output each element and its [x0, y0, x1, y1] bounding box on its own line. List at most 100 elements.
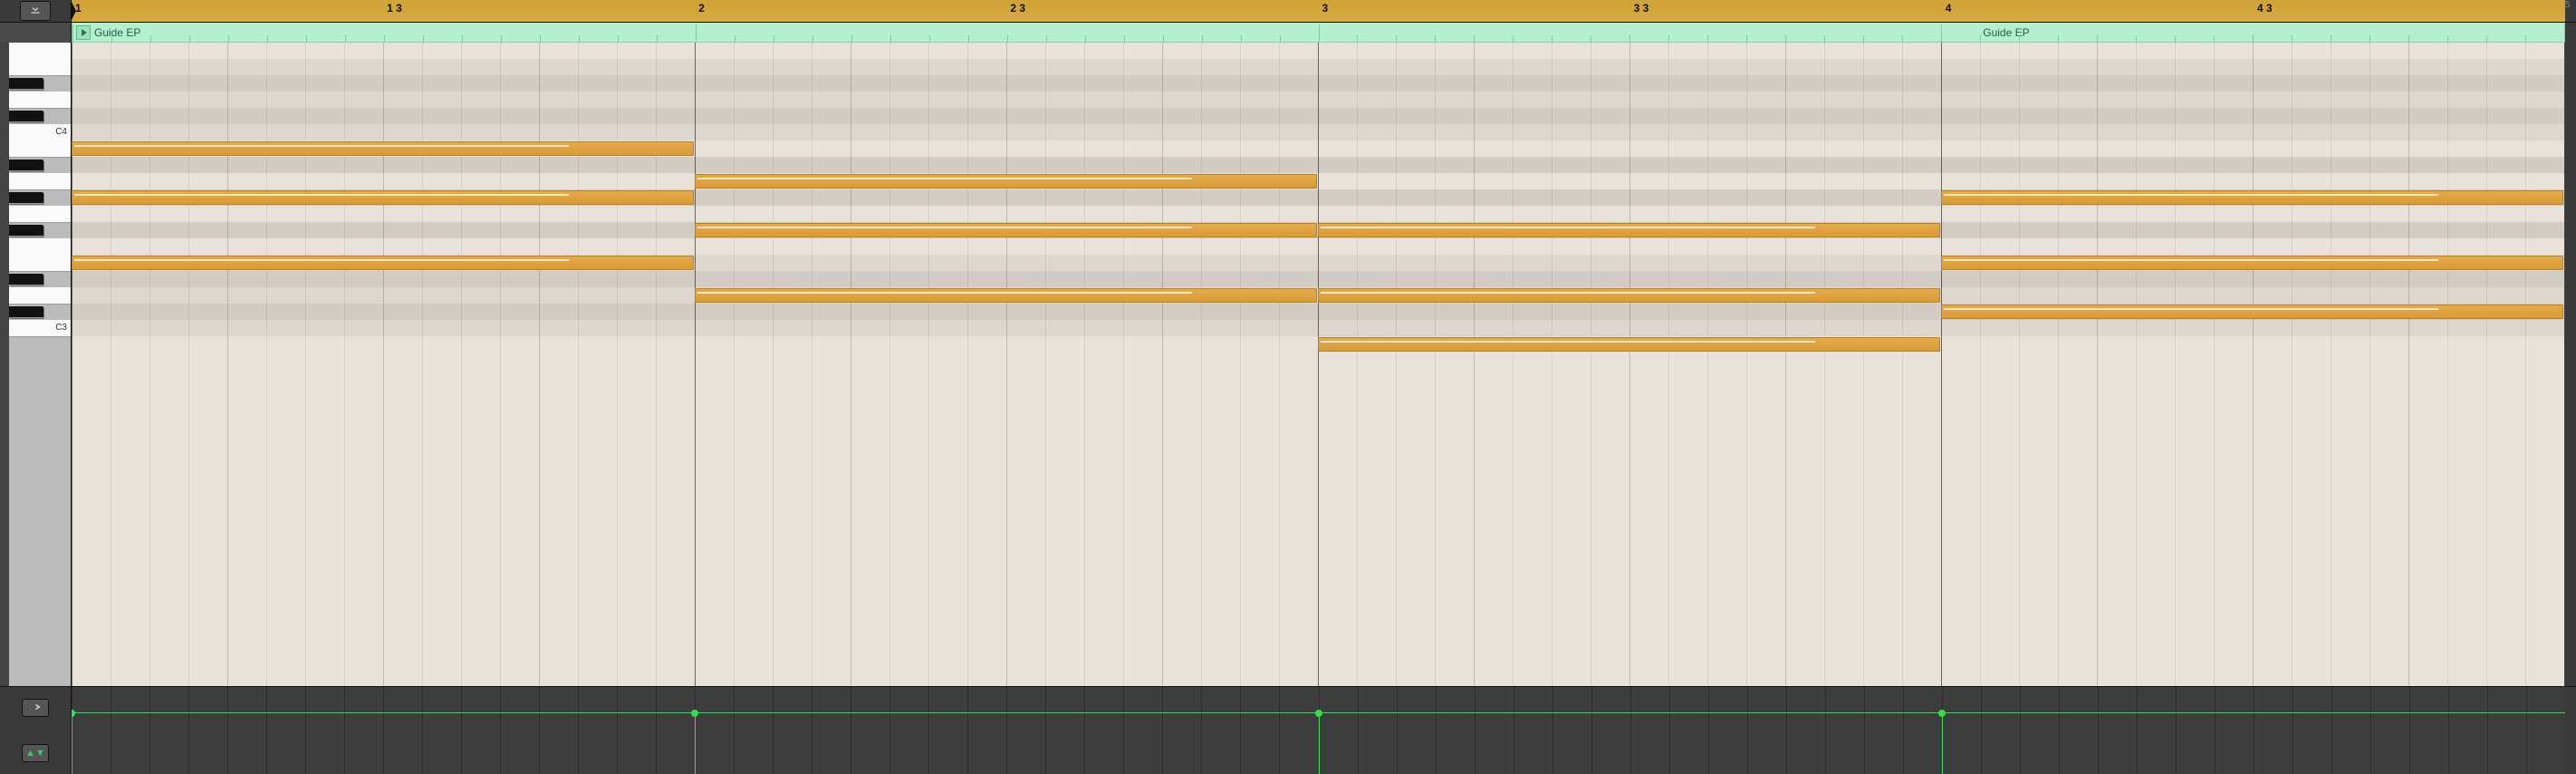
piano-white-key[interactable]: [9, 43, 71, 60]
velocity-lane-row: ▲▼: [0, 686, 2576, 774]
grid-end-spacer: [2565, 43, 2576, 686]
piano-white-key[interactable]: [9, 59, 71, 76]
lane-resize-button[interactable]: ▲▼: [22, 744, 49, 762]
midi-note[interactable]: [695, 288, 1317, 303]
midi-note[interactable]: [72, 190, 694, 205]
grid-line: [1513, 43, 1514, 686]
grid-line: [1318, 43, 1319, 686]
ruler-bar-label: 4: [1946, 2, 1952, 15]
clip-play-icon[interactable]: [76, 25, 91, 40]
grid-line: [461, 43, 462, 686]
velocity-node[interactable]: [1315, 710, 1322, 717]
ruler-bar-label: 1: [75, 2, 82, 15]
grid-line: [1357, 43, 1358, 686]
ruler-end-label: 5: [2565, 0, 2576, 22]
piano-white-key[interactable]: [9, 287, 71, 305]
automation-toggle-button[interactable]: [22, 699, 49, 717]
grid-line: [656, 43, 657, 686]
piano-white-key[interactable]: [9, 173, 71, 190]
piano-black-key[interactable]: [9, 78, 43, 90]
grid-line: [2253, 43, 2254, 686]
grid-line: [188, 43, 189, 686]
grid-line: [617, 43, 618, 686]
note-grid[interactable]: [72, 43, 2565, 686]
ruler-bar-label: 1 3: [387, 2, 402, 15]
piano-white-key[interactable]: [9, 92, 71, 109]
piano-black-key[interactable]: [9, 225, 43, 237]
grid-line: [2486, 43, 2487, 686]
grid-line: [2175, 43, 2176, 686]
grid-line: [1941, 43, 1942, 686]
grid-line: [1279, 43, 1280, 686]
velocity-stem[interactable]: [1319, 712, 1320, 774]
grid-line: [1707, 43, 1708, 686]
piano-white-key[interactable]: [9, 140, 71, 158]
velocity-node[interactable]: [72, 710, 75, 717]
grid-line: [1902, 43, 1903, 686]
piano-black-key[interactable]: [9, 192, 43, 204]
midi-note[interactable]: [1941, 305, 2563, 319]
midi-clip-header[interactable]: Guide EP Guide EP: [72, 23, 2565, 43]
grid-line: [1824, 43, 1825, 686]
clip-gutter: [0, 23, 72, 43]
piano-white-key[interactable]: [9, 238, 71, 256]
grid-line: [1396, 43, 1397, 686]
midi-note[interactable]: [695, 174, 1317, 189]
grid-line: [227, 43, 228, 686]
velocity-stem[interactable]: [1942, 712, 1943, 774]
grid-line: [1084, 43, 1085, 686]
vertical-scrollbar[interactable]: [0, 43, 9, 686]
midi-note[interactable]: [1941, 256, 2563, 270]
grid-line: [383, 43, 384, 686]
grid-line: [1123, 43, 1124, 686]
midi-note[interactable]: [1318, 337, 1940, 352]
midi-note[interactable]: [1318, 288, 1940, 303]
automation-arrow-icon: [29, 700, 42, 716]
grid-line: [889, 43, 890, 686]
grid-line: [1629, 43, 1630, 686]
clip-loop-label: Guide EP: [1983, 26, 2029, 39]
midi-note[interactable]: [1941, 190, 2563, 205]
grid-line: [1785, 43, 1786, 686]
velocity-stem[interactable]: [695, 712, 696, 774]
midi-note[interactable]: [1318, 223, 1940, 237]
piano-white-key[interactable]: C4: [9, 124, 71, 141]
velocity-lane[interactable]: [72, 687, 2565, 774]
grid-line: [1162, 43, 1163, 686]
midi-note[interactable]: [695, 223, 1317, 237]
grid-line: [1668, 43, 1669, 686]
grid-line: [1201, 43, 1202, 686]
piano-white-key[interactable]: [9, 206, 71, 223]
piano-white-key[interactable]: [9, 255, 71, 272]
timeline-ruler[interactable]: 11 322 333 344 3: [72, 0, 2565, 22]
ruler-bar-label: 3: [1322, 2, 1329, 15]
grid-line: [2447, 43, 2448, 686]
grid-line: [928, 43, 929, 686]
grid-line: [1746, 43, 1747, 686]
piano-black-key[interactable]: [9, 274, 43, 285]
piano-black-key[interactable]: [9, 160, 43, 171]
grid-line: [2136, 43, 2137, 686]
timeline-ruler-row: 11 322 333 344 3 5: [0, 0, 2576, 23]
grid-line: [967, 43, 968, 686]
piano-keyboard[interactable]: C4 C3: [0, 43, 72, 686]
piano-key-label: C4: [55, 127, 67, 137]
velocity-node[interactable]: [1938, 710, 1946, 717]
piano-white-key[interactable]: C3: [9, 320, 71, 337]
up-down-resize-icon: ▲▼: [25, 748, 45, 759]
grid-line: [1006, 43, 1007, 686]
midi-note[interactable]: [72, 141, 694, 156]
catch-playhead-gutter: [0, 0, 72, 22]
grid-line: [1435, 43, 1436, 686]
piano-black-key[interactable]: [9, 111, 43, 122]
catch-playhead-button[interactable]: [20, 1, 51, 21]
piano-black-key[interactable]: [9, 306, 43, 318]
velocity-node[interactable]: [691, 710, 698, 717]
midi-note[interactable]: [72, 256, 694, 270]
piano-key-label: C3: [55, 323, 67, 333]
clip-name-label: Guide EP: [94, 26, 140, 39]
grid-line: [695, 43, 696, 686]
grid-line: [734, 43, 735, 686]
grid-line: [2058, 43, 2059, 686]
ruler-bar-label: 2 3: [1010, 2, 1025, 15]
